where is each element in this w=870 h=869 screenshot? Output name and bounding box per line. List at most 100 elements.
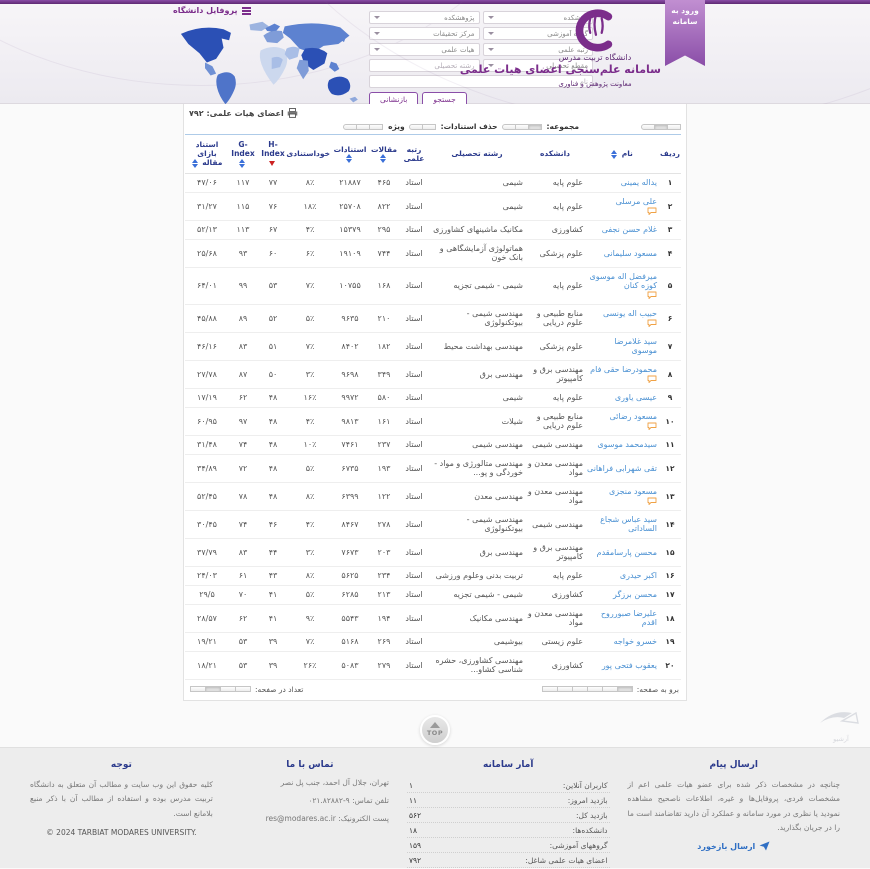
row-index: ۵: [659, 267, 681, 304]
member-name-link[interactable]: محسن پارسامقدم: [597, 548, 657, 557]
per-page-button[interactable]: [235, 686, 251, 692]
login-ribbon[interactable]: ورود به سامانه: [665, 0, 705, 66]
member-name-link[interactable]: علی مرسلی: [616, 197, 657, 206]
archive-widget[interactable]: آرشیو: [818, 707, 864, 743]
page-button[interactable]: [542, 686, 558, 692]
g-index-cell: ۷۴: [229, 435, 257, 454]
exclusion-tab[interactable]: [422, 124, 436, 130]
column-header[interactable]: ردیف: [659, 135, 681, 174]
collection-tab[interactable]: [515, 124, 529, 130]
citations-per-article-cell: ۳۱/۲۷: [185, 192, 229, 220]
member-name-link[interactable]: اکبر حیدری: [620, 571, 657, 580]
university-profile-button[interactable]: پروفایل دانشگاه: [173, 6, 251, 16]
field-cell: بیوشیمی: [429, 632, 525, 651]
stat-row: کاربران آنلاین: ۱: [407, 778, 610, 793]
per-page-button[interactable]: [220, 686, 236, 692]
special-tab[interactable]: [356, 124, 370, 130]
faculty-cell: مهندسی معدن و مواد: [525, 454, 585, 482]
special-tab[interactable]: [369, 124, 383, 130]
row-index: ۱۲: [659, 454, 681, 482]
member-name-link[interactable]: سید غلامرضا موسوی: [614, 337, 657, 355]
research-institute-select[interactable]: پژوهشکده: [369, 11, 480, 24]
scroll-to-top-button[interactable]: TOP: [420, 715, 450, 745]
member-name-link[interactable]: حبیب اله یونسی: [603, 309, 657, 318]
chat-bubble-icon[interactable]: [647, 497, 657, 505]
column-header[interactable]: مقالات: [369, 135, 399, 174]
member-name-link[interactable]: سید عباس شجاع الساداتی: [600, 515, 657, 533]
member-name-link[interactable]: تقی شهرابی فراهانی: [587, 464, 657, 473]
chevron-down-icon: [488, 48, 494, 51]
collection-tab[interactable]: [502, 124, 516, 130]
member-name-link[interactable]: علیرضا صبورروح اقدم: [601, 609, 657, 627]
chat-bubble-icon[interactable]: [647, 319, 657, 327]
member-name-cell: سید عباس شجاع الساداتی: [585, 510, 659, 538]
citations-cell: ۶۷۳۵: [331, 454, 369, 482]
member-name-link[interactable]: غلام حسن نجفی: [602, 225, 657, 234]
self-citation-cell: ۸٪: [289, 482, 331, 510]
status-tab[interactable]: [667, 124, 681, 130]
member-name-link[interactable]: محسن برزگر: [613, 590, 657, 599]
column-header[interactable]: H-Index: [257, 135, 289, 174]
university-profile-label: پروفایل دانشگاه: [173, 6, 238, 15]
email-link[interactable]: res@modares.ac.ir: [266, 814, 336, 823]
column-header[interactable]: دانشکده: [525, 135, 585, 174]
collection-tab[interactable]: [528, 124, 542, 130]
column-header[interactable]: نام: [585, 135, 659, 174]
status-tab[interactable]: [654, 124, 668, 130]
member-name-link[interactable]: مسعود رضائی: [609, 412, 657, 421]
column-header[interactable]: استناد بازای مقاله: [185, 135, 229, 174]
self-citation-cell: ۲۶٪: [289, 651, 331, 679]
exclusion-tab[interactable]: [409, 124, 423, 130]
per-page-button[interactable]: [205, 686, 221, 692]
page-button[interactable]: [587, 686, 603, 692]
member-name-link[interactable]: عیسی یاوری: [615, 393, 657, 402]
column-header[interactable]: استنادات: [331, 135, 369, 174]
status-tab[interactable]: [641, 124, 655, 130]
faculty-member-select[interactable]: هیات علمی: [369, 43, 480, 56]
citations-per-article-cell: ۱۷/۱۹: [185, 388, 229, 407]
row-index: ۱۷: [659, 585, 681, 604]
member-name-link[interactable]: خسرو خواجه: [614, 637, 657, 646]
column-header[interactable]: رتبه علمی: [399, 135, 429, 174]
page-button[interactable]: [557, 686, 573, 692]
chat-bubble-icon[interactable]: [647, 207, 657, 215]
faculty-cell: کشاورزی: [525, 220, 585, 239]
send-feedback-link[interactable]: ارسال بازخورد: [628, 841, 840, 851]
h-index-cell: ۶۰: [257, 239, 289, 267]
citations-per-article-cell: ۲۵/۶۸: [185, 239, 229, 267]
member-name-link[interactable]: میرفضل اله موسوی کوزه کنان: [590, 272, 657, 290]
citations-cell: ۶۳۹۹: [331, 482, 369, 510]
member-name-link[interactable]: مسعود سلیمانی: [604, 249, 657, 258]
page-button[interactable]: [602, 686, 618, 692]
table-row: ۹ عیسی یاوری علوم پایه شیمی استاد ۵۸۰ ۹۹…: [185, 388, 681, 407]
chat-bubble-icon[interactable]: [647, 422, 657, 430]
chat-bubble-icon[interactable]: [647, 375, 657, 383]
field-cell: شیمی: [429, 173, 525, 192]
member-name-link[interactable]: محمودرضا حقی فام: [590, 365, 657, 374]
page-button[interactable]: [617, 686, 633, 692]
per-page-label: تعداد در صفحه:: [255, 685, 303, 694]
faculty-cell: مهندسی معدن و مواد: [525, 482, 585, 510]
citations-cell: ۲۵۷۰۸: [331, 192, 369, 220]
column-header[interactable]: G-Index: [229, 135, 257, 174]
member-name-cell: محسن برزگر: [585, 585, 659, 604]
member-name-cell: مسعود سلیمانی: [585, 239, 659, 267]
field-cell: مهندسی شیمی: [429, 435, 525, 454]
h-index-cell: ۵۰: [257, 360, 289, 388]
table-header-row: ردیف نام دانشکده: [185, 135, 681, 174]
status-tab-group: [642, 124, 681, 130]
member-name-link[interactable]: مسعود منجزی: [609, 487, 657, 496]
chat-bubble-icon[interactable]: [647, 291, 657, 299]
column-header[interactable]: رشته تحصیلی: [429, 135, 525, 174]
printer-icon[interactable]: [287, 108, 298, 118]
h-index-cell: ۳۹: [257, 651, 289, 679]
member-name-link[interactable]: یعقوب فتحی پور: [602, 661, 657, 670]
special-tab[interactable]: [343, 124, 357, 130]
member-name-link[interactable]: یداله یمینی: [621, 178, 657, 187]
research-center-select[interactable]: مرکز تحقیقات: [369, 27, 480, 40]
column-header[interactable]: خوداستنادی: [289, 135, 331, 174]
page-button[interactable]: [572, 686, 588, 692]
member-name-link[interactable]: سیدمحمد موسوی: [597, 440, 657, 449]
faculty-cell: مهندسی برق و کامپیوتر: [525, 360, 585, 388]
per-page-button[interactable]: [190, 686, 206, 692]
